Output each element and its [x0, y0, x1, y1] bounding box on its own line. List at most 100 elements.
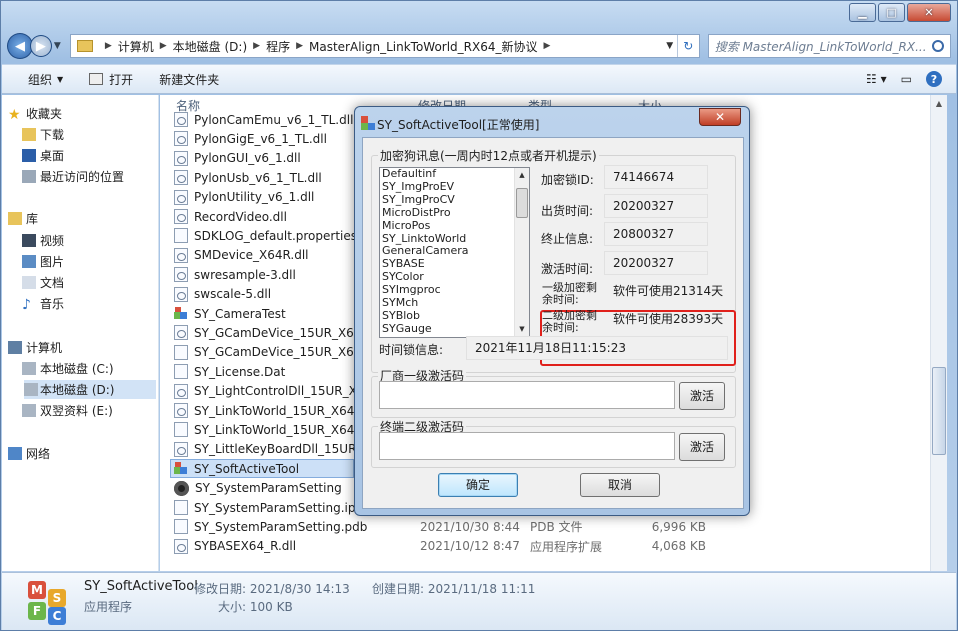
preview-pane-icon[interactable]: ▭ — [901, 72, 912, 86]
module-listbox[interactable]: Defaultinf SY_ImgProEV SY_ImgProCV MicroDis… — [379, 167, 530, 338]
nav-music[interactable]: ♪ 音乐 — [22, 295, 64, 313]
file-row[interactable]: SYBASEX64_R.dll 2021/10/12 8:47 应用程序扩展 4,06… — [174, 537, 734, 556]
nav-videos[interactable]: 视频 — [22, 232, 64, 249]
nav-pictures[interactable]: 图片 — [22, 253, 64, 270]
file-name: PylonGUI_v6_1.dll — [194, 151, 301, 166]
open-button[interactable]: 打开 — [89, 71, 133, 88]
vendor-activate-button[interactable]: 激活 — [679, 382, 725, 410]
dll-file-icon — [174, 247, 188, 263]
end-activate-button[interactable]: 激活 — [679, 433, 725, 461]
level1-remaining-label: 一级加密剩余时间: — [542, 282, 597, 306]
new-folder-button[interactable]: 新建文件夹 — [159, 71, 219, 88]
gear-icon — [174, 480, 189, 496]
nav-drive-d[interactable]: 本地磁盘 (D:) — [24, 380, 156, 399]
end-activation-code-input[interactable] — [379, 432, 675, 460]
file-name: PylonGigE_v6_1_TL.dll — [194, 131, 327, 146]
recent-pages-dropdown[interactable]: ▼ — [54, 41, 66, 51]
level2-remaining-value: 软件可使用28393天 — [613, 312, 724, 326]
scroll-down-icon[interactable]: ▼ — [515, 322, 529, 337]
listbox-item[interactable]: SYBlob — [380, 309, 529, 323]
forward-button[interactable]: ▶ — [29, 35, 52, 57]
listbox-item[interactable]: MicroPos — [380, 219, 529, 233]
listbox-scroll-thumb[interactable] — [516, 188, 528, 218]
view-options-icon[interactable]: ☷ ▾ — [866, 72, 887, 86]
file-type: PDB 文件 — [530, 520, 583, 535]
listbox-item[interactable]: SY_ImgProEV — [380, 180, 529, 194]
nav-network[interactable]: 网络 — [8, 445, 50, 462]
file-list-scrollbar[interactable]: ▲ — [930, 95, 947, 571]
dll-file-icon — [174, 209, 188, 224]
search-placeholder: 搜索 MasterAlign_LinkToWorld_RX... — [714, 39, 927, 54]
breadcrumb-drive-d[interactable]: 本地磁盘 (D:) — [173, 38, 247, 55]
nav-downloads[interactable]: 下载 — [22, 126, 64, 143]
dialog-title: SY_SoftActiveTool[正常使用] — [377, 118, 540, 132]
drive-icon — [22, 362, 36, 375]
vendor-activation-code-input[interactable] — [379, 381, 675, 409]
file-icon — [174, 344, 188, 360]
search-icon[interactable] — [932, 40, 944, 52]
nav-libraries[interactable]: 库 — [8, 210, 38, 227]
listbox-item[interactable]: SYGauge — [380, 322, 529, 336]
file-icon — [174, 364, 188, 380]
close-button[interactable]: ✕ — [907, 3, 951, 22]
time-lock-value: 2021年11月18日11:15:23 — [466, 336, 728, 360]
application-icon — [174, 461, 188, 476]
picture-icon — [22, 255, 36, 268]
ship-time-label: 出货时间: — [541, 204, 594, 218]
computer-icon — [8, 341, 22, 354]
details-modified: 修改日期: 2021/8/30 14:13 — [194, 582, 350, 596]
ok-button[interactable]: 确定 — [438, 473, 518, 497]
address-bar[interactable]: ▶ 计算机 ▶ 本地磁盘 (D:) ▶ 程序 ▶ MasterAlign_Lin… — [69, 34, 700, 58]
downloads-icon — [22, 128, 36, 141]
nav-drive-e[interactable]: 双翌资料 (E:) — [22, 402, 113, 419]
search-input[interactable]: 搜索 MasterAlign_LinkToWorld_RX... — [707, 34, 951, 58]
dialog-body: 加密狗讯息(一周内时12点或者开机提示) Defaultinf SY_ImgPro… — [362, 137, 744, 509]
file-size: 4,068 KB — [651, 539, 706, 554]
breadcrumb-computer[interactable]: 计算机 — [118, 38, 154, 55]
scroll-thumb[interactable] — [932, 367, 946, 455]
nav-drive-c[interactable]: 本地磁盘 (C:) — [22, 360, 114, 377]
file-name: PylonCamEmu_v6_1_TL.dll — [194, 112, 354, 127]
breadcrumb-programs[interactable]: 程序 — [266, 38, 290, 55]
scroll-up-icon[interactable]: ▲ — [931, 95, 947, 112]
file-name: SDKLOG_default.properties — [194, 228, 358, 243]
scroll-up-icon[interactable]: ▲ — [515, 168, 529, 183]
star-icon: ★ — [8, 107, 21, 123]
nav-computer[interactable]: 计算机 — [8, 339, 62, 356]
nav-favorites[interactable]: ★ 收藏夹 — [8, 105, 62, 123]
nav-documents[interactable]: 文档 — [22, 274, 64, 291]
dialog-close-button[interactable]: ✕ — [699, 108, 741, 126]
file-type: 应用程序扩展 — [530, 539, 603, 554]
dll-file-icon — [174, 189, 188, 205]
file-row[interactable]: SY_SoftActiveTool — [170, 459, 354, 479]
details-created: 创建日期: 2021/11/18 11:11 — [372, 582, 536, 596]
details-pane: M S F C SY_SoftActiveTool 修改日期: 2021/8/3… — [2, 572, 956, 630]
file-name: PylonUtility_v6_1.dll — [194, 190, 315, 205]
dll-file-icon — [174, 325, 188, 341]
cancel-button[interactable]: 取消 — [580, 473, 660, 497]
level1-remaining-value: 软件可使用21314天 — [613, 284, 724, 298]
nav-recent[interactable]: 最近访问的位置 — [22, 168, 124, 185]
video-icon — [22, 234, 36, 247]
refresh-icon[interactable]: ↻ — [676, 35, 699, 57]
window-caption-buttons: ▁ □ ✕ — [847, 3, 951, 22]
organize-button[interactable]: 组织 ▼ — [28, 71, 63, 88]
breadcrumb-current-folder[interactable]: MasterAlign_LinkToWorld_RX64_新协议 — [309, 38, 538, 55]
file-name: SY_SystemParamSetting.pdb — [194, 519, 368, 534]
help-icon[interactable]: ? — [926, 71, 942, 87]
address-history-dropdown[interactable]: ▼ — [663, 41, 677, 51]
dll-file-icon — [174, 112, 188, 127]
folder-icon — [76, 40, 93, 52]
command-bar: 组织 ▼ 打开 新建文件夹 ☷ ▾ ▭ ? — [2, 64, 956, 94]
file-row[interactable]: SY_SystemParamSetting.pdb 2021/10/30 8:44… — [174, 517, 734, 536]
nav-desktop[interactable]: 桌面 — [22, 147, 64, 164]
minimize-button[interactable]: ▁ — [849, 3, 876, 22]
dll-file-icon — [174, 286, 188, 302]
drive-icon — [24, 383, 38, 396]
maximize-button[interactable]: □ — [878, 3, 905, 22]
listbox-item[interactable]: Defaultinf — [380, 168, 529, 181]
listbox-scrollbar[interactable]: ▲ ▼ — [514, 168, 529, 337]
ship-time-value: 20200327 — [604, 194, 708, 218]
listbox-item[interactable]: MicroDistPro — [380, 206, 529, 220]
listbox-item[interactable]: SY_ImgProCV — [380, 193, 529, 207]
